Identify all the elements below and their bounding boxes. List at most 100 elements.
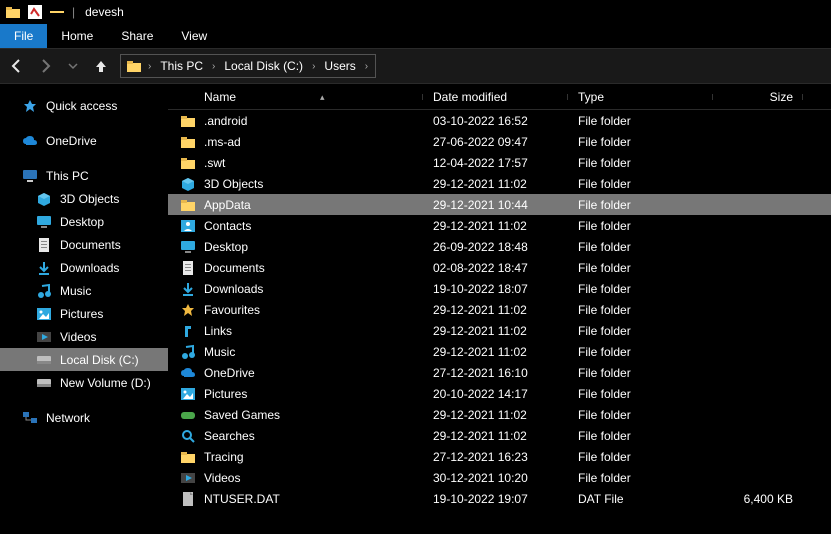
- table-row[interactable]: AppData29-12-2021 10:44File folder: [168, 194, 831, 215]
- sidebar-item-label: New Volume (D:): [60, 376, 151, 390]
- table-row[interactable]: 3D Objects29-12-2021 11:02File folder: [168, 173, 831, 194]
- table-row[interactable]: Favourites29-12-2021 11:02File folder: [168, 299, 831, 320]
- file-size: 6,400 KB: [713, 492, 803, 506]
- dropdown-icon[interactable]: [48, 3, 66, 21]
- main: Quick access OneDrive This PC 3D Objects…: [0, 84, 831, 534]
- table-row[interactable]: Videos30-12-2021 10:20File folder: [168, 467, 831, 488]
- file-name: Desktop: [204, 240, 248, 254]
- file-name: Pictures: [204, 387, 247, 401]
- cube-icon: [36, 191, 52, 207]
- table-row[interactable]: Searches29-12-2021 11:02File folder: [168, 425, 831, 446]
- tab-home[interactable]: Home: [47, 24, 107, 48]
- table-row[interactable]: Music29-12-2021 11:02File folder: [168, 341, 831, 362]
- sidebar-item[interactable]: Downloads: [0, 256, 168, 279]
- file-type: File folder: [568, 135, 713, 149]
- table-row[interactable]: Links29-12-2021 11:02File folder: [168, 320, 831, 341]
- chevron-right-icon[interactable]: ›: [209, 61, 218, 72]
- column-header-date[interactable]: Date modified: [423, 90, 568, 104]
- file-name: Music: [204, 345, 235, 359]
- file-type: File folder: [568, 408, 713, 422]
- sidebar-item[interactable]: Pictures: [0, 302, 168, 325]
- recent-dropdown-icon[interactable]: [64, 57, 82, 75]
- sidebar-item-label: Pictures: [60, 307, 103, 321]
- sidebar-item-label: Desktop: [60, 215, 104, 229]
- sidebar-item-label: Music: [60, 284, 91, 298]
- sidebar-item[interactable]: Local Disk (C:): [0, 348, 168, 371]
- sidebar-item-this-pc[interactable]: This PC: [0, 164, 168, 187]
- sidebar-item-onedrive[interactable]: OneDrive: [0, 129, 168, 152]
- search-icon: [180, 428, 196, 444]
- column-header-name[interactable]: Name ▴: [168, 90, 423, 104]
- sidebar-item-label: Documents: [60, 238, 121, 252]
- file-date: 12-04-2022 17:57: [423, 156, 568, 170]
- table-row[interactable]: .swt12-04-2022 17:57File folder: [168, 152, 831, 173]
- file-type: File folder: [568, 156, 713, 170]
- sidebar-item-label: This PC: [46, 169, 89, 183]
- address-bar[interactable]: › This PC › Local Disk (C:) › Users ›: [120, 54, 376, 78]
- table-row[interactable]: Contacts 29-12-2021 11:02File folder: [168, 215, 831, 236]
- file-date: 29-12-2021 11:02: [423, 429, 568, 443]
- column-header-type[interactable]: Type: [568, 90, 713, 104]
- desktop-icon: [36, 214, 52, 230]
- up-icon[interactable]: [92, 57, 110, 75]
- pictures-icon: [180, 386, 196, 402]
- separator: |: [72, 5, 75, 19]
- sidebar-item-network[interactable]: Network: [0, 406, 168, 429]
- star-icon: [180, 302, 196, 318]
- file-type: File folder: [568, 219, 713, 233]
- download-icon: [36, 260, 52, 276]
- breadcrumb-drive[interactable]: Local Disk (C:): [218, 55, 309, 77]
- folder-icon: [125, 57, 143, 75]
- file-date: 29-12-2021 11:02: [423, 324, 568, 338]
- sidebar-item[interactable]: Videos: [0, 325, 168, 348]
- table-row[interactable]: Downloads19-10-2022 18:07File folder: [168, 278, 831, 299]
- file-date: 29-12-2021 11:02: [423, 219, 568, 233]
- sidebar-item[interactable]: 3D Objects: [0, 187, 168, 210]
- sidebar-item[interactable]: New Volume (D:): [0, 371, 168, 394]
- file-name: Favourites: [204, 303, 260, 317]
- folder-icon: [180, 113, 196, 129]
- forward-icon[interactable]: [36, 57, 54, 75]
- tab-file[interactable]: File: [0, 24, 47, 48]
- table-row[interactable]: Saved Games29-12-2021 11:02File folder: [168, 404, 831, 425]
- sidebar-item-label: OneDrive: [46, 134, 97, 148]
- chevron-right-icon[interactable]: ›: [145, 61, 154, 72]
- sidebar-item[interactable]: Music: [0, 279, 168, 302]
- table-row[interactable]: OneDrive27-12-2021 16:10File folder: [168, 362, 831, 383]
- table-row[interactable]: .ms-ad27-06-2022 09:47File folder: [168, 131, 831, 152]
- back-icon[interactable]: [8, 57, 26, 75]
- file-name: OneDrive: [204, 366, 255, 380]
- contacts-icon: [180, 218, 196, 234]
- table-row[interactable]: .android03-10-2022 16:52File folder: [168, 110, 831, 131]
- tab-view[interactable]: View: [167, 24, 221, 48]
- tab-share[interactable]: Share: [107, 24, 167, 48]
- folder-icon: [180, 449, 196, 465]
- table-row[interactable]: Pictures20-10-2022 14:17File folder: [168, 383, 831, 404]
- sort-ascending-icon: ▴: [320, 92, 325, 103]
- sidebar-item[interactable]: Documents: [0, 233, 168, 256]
- file-type: File folder: [568, 387, 713, 401]
- folder-icon: [4, 3, 22, 21]
- table-row[interactable]: NTUSER.DAT19-10-2022 19:07DAT File6,400 …: [168, 488, 831, 509]
- file-name: Contacts: [204, 219, 251, 233]
- sidebar-item-quick-access[interactable]: Quick access: [0, 94, 168, 117]
- file-icon: [180, 491, 196, 507]
- table-row[interactable]: Desktop26-09-2022 18:48File folder: [168, 236, 831, 257]
- breadcrumb-users[interactable]: Users: [318, 55, 361, 77]
- sidebar-item-label: Local Disk (C:): [60, 353, 139, 367]
- download-icon: [180, 281, 196, 297]
- sidebar-item[interactable]: Desktop: [0, 210, 168, 233]
- chevron-right-icon[interactable]: ›: [309, 61, 318, 72]
- file-date: 03-10-2022 16:52: [423, 114, 568, 128]
- chevron-right-icon[interactable]: ›: [362, 61, 371, 72]
- file-date: 19-10-2022 18:07: [423, 282, 568, 296]
- doc-icon: [180, 260, 196, 276]
- file-date: 27-06-2022 09:47: [423, 135, 568, 149]
- breadcrumb-this-pc[interactable]: This PC: [154, 55, 209, 77]
- table-row[interactable]: Tracing27-12-2021 16:23File folder: [168, 446, 831, 467]
- star-icon: [22, 98, 38, 114]
- table-row[interactable]: Documents02-08-2022 18:47File folder: [168, 257, 831, 278]
- file-name: Saved Games: [204, 408, 280, 422]
- network-icon: [22, 410, 38, 426]
- column-header-size[interactable]: Size: [713, 90, 803, 104]
